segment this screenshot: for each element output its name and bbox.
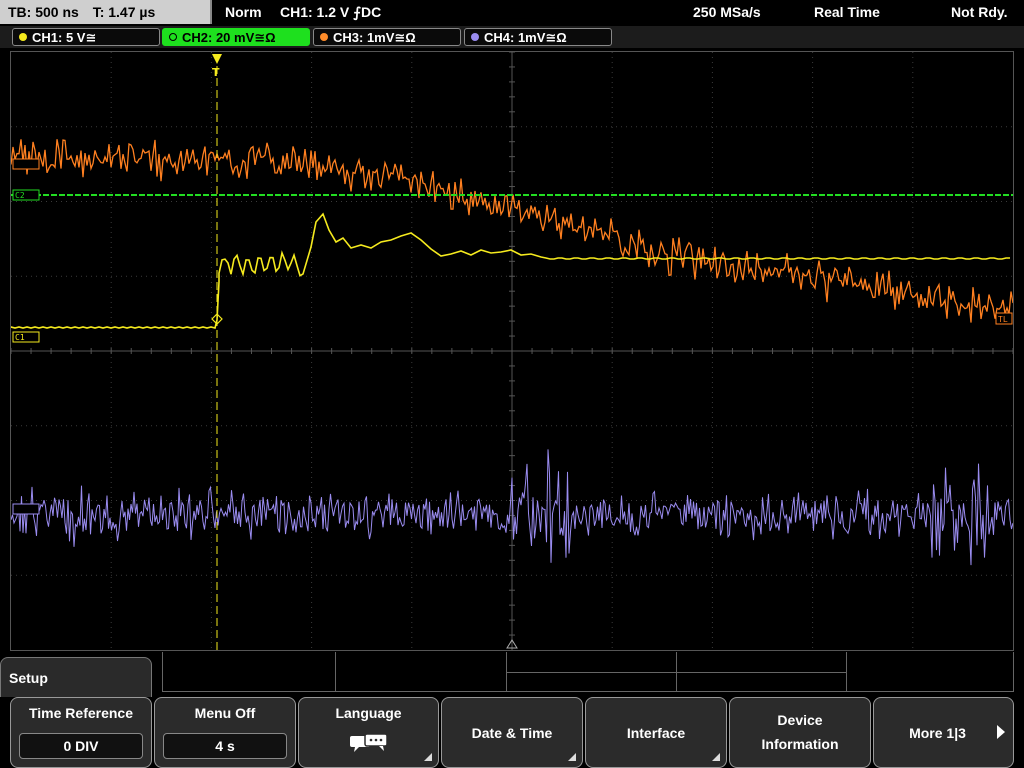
acquisition-mode: Real Time xyxy=(814,4,880,20)
channel-3-button[interactable]: CH3: 1mV≅Ω xyxy=(313,28,461,46)
ch3-reference-marker[interactable] xyxy=(12,158,40,170)
sample-rate: 250 MSa/s xyxy=(693,4,761,20)
channel-2-color-dot xyxy=(169,33,177,41)
waveform-canvas: T C2 C1 TL xyxy=(11,52,1013,650)
svg-text:C2: C2 xyxy=(15,191,25,200)
device-information-button[interactable]: Device Information xyxy=(729,697,871,768)
ch4-reference-marker[interactable] xyxy=(12,503,40,515)
speech-bubbles-icon xyxy=(349,733,388,752)
date-time-button[interactable]: Date & Time xyxy=(441,697,583,768)
device-information-label-1: Device xyxy=(777,712,823,728)
zoom-strip xyxy=(162,652,1014,692)
submenu-indicator-icon xyxy=(424,753,432,761)
date-time-label: Date & Time xyxy=(471,725,553,741)
graticule xyxy=(11,52,1013,650)
time-reference-button[interactable]: Time Reference 0 DIV xyxy=(10,697,152,768)
next-page-arrow-icon xyxy=(997,725,1005,739)
channel-4-label: CH4: 1mV≅Ω xyxy=(484,30,567,45)
timebase-box[interactable]: TB: 500 ns T: 1.47 µs xyxy=(0,0,212,24)
menu-off-label: Menu Off xyxy=(194,705,256,721)
svg-text:TL: TL xyxy=(998,315,1008,324)
channel-1-button[interactable]: CH1: 5 V≅ xyxy=(12,28,160,46)
trigger-time-value: T: 1.47 µs xyxy=(92,4,156,20)
interface-label: Interface xyxy=(626,725,686,741)
timebase-value: TB: 500 ns xyxy=(8,4,79,20)
ch2-reference-marker[interactable]: C2 xyxy=(12,189,40,201)
waveform-display[interactable]: T C2 C1 TL xyxy=(10,51,1014,651)
channel-1-label: CH1: 5 V≅ xyxy=(32,30,97,45)
channel-3-label: CH3: 1mV≅Ω xyxy=(333,30,416,45)
channel-4-color-dot xyxy=(471,33,479,41)
more-button[interactable]: More 1|3 xyxy=(873,697,1014,768)
ch1-reference-marker[interactable]: C1 xyxy=(12,331,40,343)
more-label: More 1|3 xyxy=(909,725,966,741)
acquisition-state: Not Rdy. xyxy=(951,4,1008,20)
interface-button[interactable]: Interface xyxy=(585,697,727,768)
time-reference-value: 0 DIV xyxy=(19,733,143,759)
channel-2-label: CH2: 20 mV≅Ω xyxy=(182,30,276,45)
status-bar: TB: 500 ns T: 1.47 µs Norm CH1: 1.2 V ⨍D… xyxy=(0,0,1024,25)
channel-3-color-dot xyxy=(320,33,328,41)
trigger-mode[interactable]: Norm xyxy=(225,0,262,25)
svg-text:T: T xyxy=(212,66,220,79)
channel-bar: CH1: 5 V≅ CH2: 20 mV≅Ω CH3: 1mV≅Ω CH4: 1… xyxy=(0,26,1024,48)
channel-2-button[interactable]: CH2: 20 mV≅Ω xyxy=(162,28,310,46)
submenu-indicator-icon xyxy=(568,753,576,761)
channel-4-button[interactable]: CH4: 1mV≅Ω xyxy=(464,28,612,46)
menu-off-button[interactable]: Menu Off 4 s xyxy=(154,697,296,768)
menu-off-value: 4 s xyxy=(163,733,287,759)
trigger-level-marker[interactable]: TL xyxy=(995,312,1013,325)
trigger-description[interactable]: CH1: 1.2 V ⨍DC xyxy=(280,0,381,25)
submenu-indicator-icon xyxy=(712,753,720,761)
trigger-position-marker[interactable]: T xyxy=(212,54,222,79)
device-information-label-2: Information xyxy=(761,736,839,752)
svg-text:C1: C1 xyxy=(15,333,25,342)
menu-title: Setup xyxy=(0,657,152,697)
language-label: Language xyxy=(335,705,402,721)
time-reference-label: Time Reference xyxy=(28,705,133,721)
menu-title-text: Setup xyxy=(9,670,48,686)
channel-1-color-dot xyxy=(19,33,27,41)
language-button[interactable]: Language xyxy=(298,697,439,768)
